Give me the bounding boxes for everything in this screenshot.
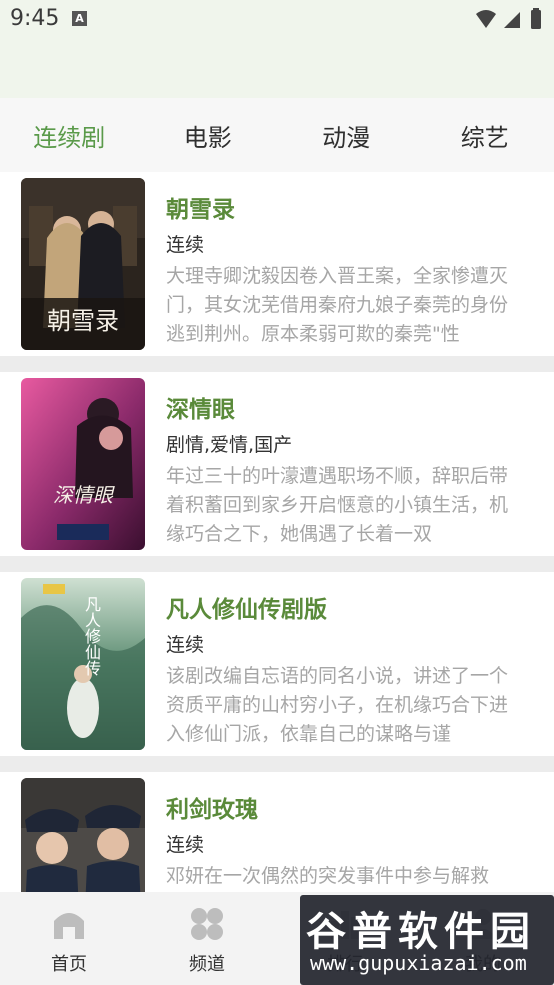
poster-image — [21, 778, 145, 892]
show-genre: 连续 — [166, 834, 205, 856]
show-description: 邓妍在一次偶然的突发事件中参与解救 — [166, 865, 490, 887]
show-title: 深情眼 — [166, 397, 235, 423]
show-genre: 连续 — [166, 234, 205, 256]
category-tabs: 连续剧 电影 动漫 综艺 — [0, 98, 554, 172]
wifi-icon — [476, 10, 496, 28]
tab-variety[interactable]: 综艺 — [416, 98, 554, 172]
show-description: 该剧改编自忘语的同名小说，讲述了一个资质平庸的山村穷小子，在机缘巧合下进入修仙门… — [166, 665, 508, 745]
show-card-shenqingyan[interactable]: 深情眼 深情眼 剧情,爱情,国产 年过三十的叶濛遭遇职场不顺，辞职后带着积蓄回到… — [0, 372, 554, 556]
poster-title-art: 深情眼 — [53, 483, 113, 507]
notification-icon: A — [72, 11, 87, 26]
battery-icon — [531, 10, 541, 29]
channels-icon — [191, 908, 223, 940]
watermark-name: 谷普软件园 — [306, 909, 536, 955]
poster-title-art: 凡人修仙传 — [82, 596, 101, 676]
nav-home[interactable]: 首页 — [0, 892, 138, 985]
show-genre: 剧情,爱情,国产 — [166, 434, 293, 456]
nav-home-label: 首页 — [51, 954, 87, 975]
show-title: 朝雪录 — [166, 197, 235, 223]
show-title: 利剑玫瑰 — [166, 797, 258, 823]
show-description: 大理寺卿沈毅因卷入晋王案，全家惨遭灭门，其女沈芜借用秦府九娘子秦莞的身份逃到荆州… — [166, 265, 508, 345]
show-card-fanrenxiuxian[interactable]: 凡人修仙传 凡人修仙传剧版 连续 该剧改编自忘语的同名小说，讲述了一个资质平庸的… — [0, 572, 554, 756]
status-bar: 9:45 A — [0, 0, 554, 40]
poster-image: 凡人修仙传 — [21, 578, 145, 750]
show-title: 凡人修仙传剧版 — [166, 597, 327, 623]
nav-channels[interactable]: 频道 — [138, 892, 276, 985]
watermark-url: www.gupuxiazai.com — [310, 951, 527, 975]
nav-channels-label: 频道 — [189, 954, 225, 975]
header-area — [0, 40, 554, 98]
poster-image: 朝雪录 — [21, 178, 145, 350]
show-list: 朝雪录 朝雪录 连续 大理寺卿沈毅因卷入晋王案，全家惨遭灭门，其女沈芜借用秦府九… — [0, 172, 554, 892]
status-icons — [476, 8, 541, 29]
show-card-zhaoxuelu[interactable]: 朝雪录 朝雪录 连续 大理寺卿沈毅因卷入晋王案，全家惨遭灭门，其女沈芜借用秦府九… — [0, 172, 554, 356]
poster-image: 深情眼 — [21, 378, 145, 550]
show-card-lijianmeigui[interactable]: 利剑玫瑰 连续 邓妍在一次偶然的突发事件中参与解救 — [0, 772, 554, 892]
show-description: 年过三十的叶濛遭遇职场不顺，辞职后带着积蓄回到家乡开启惬意的小镇生活，机缘巧合之… — [166, 465, 508, 545]
cell-signal-icon — [504, 12, 520, 28]
poster-title-art: 朝雪录 — [47, 307, 119, 335]
tab-anime[interactable]: 动漫 — [277, 98, 416, 172]
show-genre: 连续 — [166, 634, 205, 656]
status-time: 9:45 — [10, 6, 60, 31]
site-watermark: 谷普软件园 www.gupuxiazai.com — [300, 895, 554, 985]
home-icon — [54, 913, 84, 939]
tab-tv-series[interactable]: 连续剧 — [0, 98, 139, 172]
tab-movies[interactable]: 电影 — [139, 98, 278, 172]
